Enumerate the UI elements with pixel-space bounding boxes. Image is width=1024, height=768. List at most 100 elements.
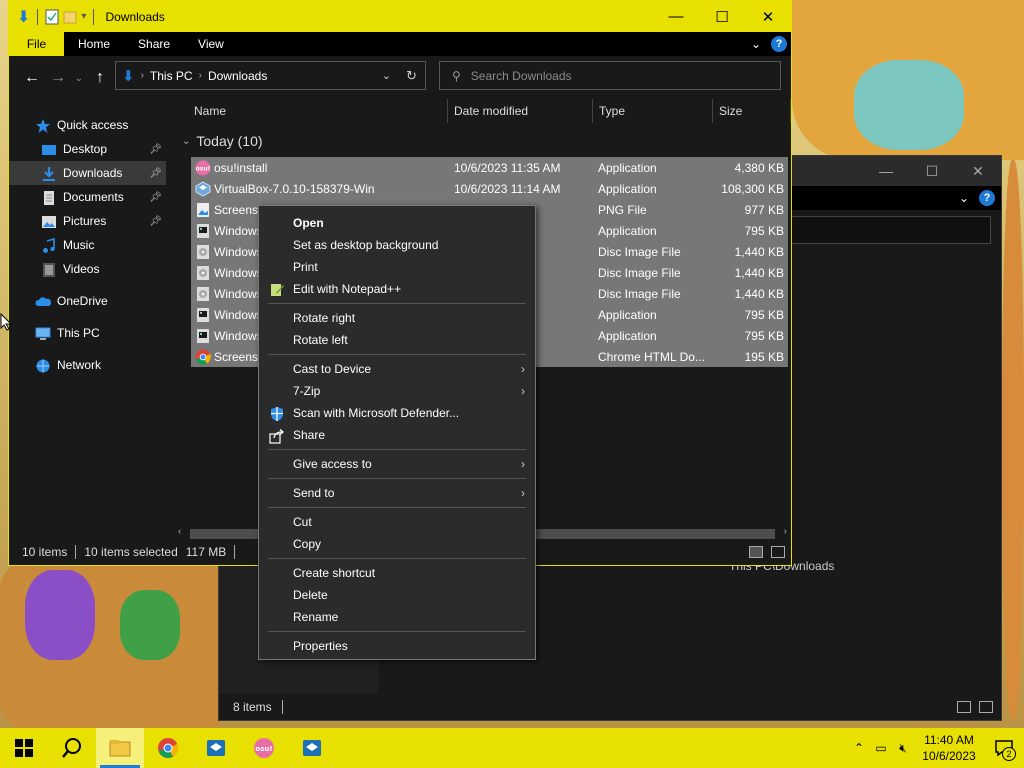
taskbar-search-button[interactable] <box>48 728 96 768</box>
minimize-icon[interactable]: — <box>863 163 909 179</box>
column-divider[interactable] <box>790 99 791 123</box>
menu-item-label: Rotate left <box>293 333 348 347</box>
forward-arrow-icon[interactable]: → <box>45 69 71 87</box>
sidebar-item-music[interactable]: Music <box>9 233 166 257</box>
menu-item-delete[interactable]: Delete <box>259 584 535 606</box>
tab-file[interactable]: File <box>9 32 64 56</box>
close-icon[interactable]: ✕ <box>955 163 1001 180</box>
onedrive-icon <box>35 297 52 306</box>
search-box[interactable]: ⚲ <box>439 61 781 90</box>
details-view-icon[interactable] <box>749 546 763 558</box>
menu-item-rename[interactable]: Rename <box>259 606 535 628</box>
maximize-button[interactable]: ☐ <box>699 1 745 32</box>
column-name[interactable]: Name <box>194 104 226 118</box>
menu-item-scan-with-microsoft-defender[interactable]: Scan with Microsoft Defender... <box>259 402 535 424</box>
pin-icon[interactable]: 📌︎ <box>149 144 162 155</box>
collapse-group-icon[interactable]: ⌄ <box>182 136 190 147</box>
scroll-right-icon[interactable]: › <box>784 526 787 537</box>
disc-image-icon <box>195 265 209 280</box>
menu-item-send-to[interactable]: Send to › <box>259 482 535 504</box>
large-icons-view-icon[interactable] <box>771 546 785 558</box>
group-header-today[interactable]: ⌄ Today (10) <box>182 133 263 149</box>
menu-item-set-as-desktop-background[interactable]: Set as desktop background <box>259 234 535 256</box>
breadcrumb-separator[interactable]: › <box>199 70 202 81</box>
menu-item-give-access-to[interactable]: Give access to › <box>259 453 535 475</box>
large-icons-view-icon[interactable] <box>979 701 993 713</box>
column-divider[interactable] <box>712 99 713 123</box>
address-dropdown-icon[interactable]: ⌄ <box>382 69 391 82</box>
recent-locations-icon[interactable]: ⌄ <box>71 73 87 84</box>
new-folder-icon[interactable] <box>63 9 77 25</box>
menu-item-print[interactable]: Print <box>259 256 535 278</box>
sidebar-item-downloads[interactable]: Downloads 📌︎ <box>9 161 166 185</box>
menu-item-7-zip[interactable]: 7-Zip › <box>259 380 535 402</box>
breadcrumb-separator[interactable]: › <box>141 70 144 81</box>
search-input[interactable] <box>470 68 751 83</box>
details-view-icon[interactable] <box>957 701 971 713</box>
file-row[interactable]: VirtualBox-7.0.10-158379-Win 10/6/2023 1… <box>191 178 788 199</box>
minimize-button[interactable]: — <box>653 1 699 32</box>
action-center-button[interactable]: 2 <box>984 728 1024 768</box>
tab-home[interactable]: Home <box>64 32 124 56</box>
menu-item-cast-to-device[interactable]: Cast to Device › <box>259 358 535 380</box>
taskbar-chrome[interactable] <box>144 728 192 768</box>
taskbar-osu[interactable]: osu! <box>240 728 288 768</box>
column-size[interactable]: Size <box>719 104 742 118</box>
sidebar-item-this-pc[interactable]: This PC <box>9 321 166 345</box>
sidebar-item-documents[interactable]: Documents 📌︎ <box>9 185 166 209</box>
sidebar-item-quick-access[interactable]: Quick access <box>9 113 166 137</box>
sidebar-item-network[interactable]: Network <box>9 353 166 377</box>
file-row[interactable]: osu! osu!install 10/6/2023 11:35 AM Appl… <box>191 157 788 178</box>
menu-item-create-shortcut[interactable]: Create shortcut <box>259 562 535 584</box>
back-arrow-icon[interactable]: ← <box>19 69 45 87</box>
chevron-down-icon[interactable]: ⌄ <box>959 191 969 205</box>
pin-icon[interactable]: 📌︎ <box>149 168 162 179</box>
image-file-icon <box>195 202 209 217</box>
refresh-icon[interactable]: ↻ <box>406 68 417 84</box>
menu-item-cut[interactable]: Cut <box>259 511 535 533</box>
volume-muted-icon[interactable]: 🔇︎ <box>892 741 914 756</box>
music-folder-icon <box>43 237 55 253</box>
column-type[interactable]: Type <box>599 104 625 118</box>
pin-icon[interactable]: 📌︎ <box>149 216 162 227</box>
taskbar-virtualbox[interactable] <box>192 728 240 768</box>
sidebar-item-videos[interactable]: Videos <box>9 257 166 281</box>
taskbar-virtualbox-2[interactable] <box>288 728 336 768</box>
breadcrumb-downloads[interactable]: Downloads <box>208 69 267 83</box>
system-clock[interactable]: 11:40 AM 10/6/2023 <box>914 732 984 764</box>
scroll-left-icon[interactable]: ‹ <box>178 526 181 537</box>
properties-icon[interactable] <box>45 9 59 25</box>
tab-share[interactable]: Share <box>124 32 184 56</box>
sidebar-item-pictures[interactable]: Pictures 📌︎ <box>9 209 166 233</box>
breadcrumb-this-pc[interactable]: This PC <box>150 69 193 83</box>
documents-folder-icon <box>44 191 54 205</box>
start-button[interactable] <box>0 728 48 768</box>
close-button[interactable]: ✕ <box>745 1 791 32</box>
menu-item-edit-with-notepad[interactable]: Edit with Notepad++ <box>259 278 535 300</box>
background-address-bar[interactable] <box>789 216 991 244</box>
tab-view[interactable]: View <box>184 32 238 56</box>
maximize-icon[interactable]: ☐ <box>909 163 955 180</box>
menu-item-copy[interactable]: Copy <box>259 533 535 555</box>
network-status-icon[interactable]: ▭ <box>870 741 892 755</box>
menu-item-share[interactable]: Share <box>259 424 535 446</box>
column-divider[interactable] <box>447 99 448 123</box>
sidebar-item-onedrive[interactable]: OneDrive <box>9 289 166 313</box>
column-date-modified[interactable]: Date modified <box>454 104 528 118</box>
help-icon[interactable]: ? <box>771 36 787 52</box>
customize-toolbar-icon[interactable]: ▾ <box>81 11 86 22</box>
menu-item-open[interactable]: Open <box>259 212 535 234</box>
expand-ribbon-icon[interactable]: ⌄ <box>751 37 761 51</box>
column-divider[interactable] <box>592 99 593 123</box>
title-bar[interactable]: ⬇ ▾ Downloads — ☐ ✕ <box>9 1 791 32</box>
address-bar[interactable]: ⬇ › This PC › Downloads ⌄ ↻ <box>115 61 426 90</box>
pin-icon[interactable]: 📌︎ <box>149 192 162 203</box>
up-arrow-icon[interactable]: ↑ <box>87 69 113 87</box>
menu-item-rotate-left[interactable]: Rotate left <box>259 329 535 351</box>
menu-item-rotate-right[interactable]: Rotate right <box>259 307 535 329</box>
menu-item-properties[interactable]: Properties <box>259 635 535 657</box>
sidebar-item-desktop[interactable]: Desktop 📌︎ <box>9 137 166 161</box>
help-icon[interactable]: ? <box>979 190 995 206</box>
taskbar-file-explorer[interactable] <box>96 728 144 768</box>
show-hidden-icons-icon[interactable]: ⌃ <box>848 741 870 755</box>
